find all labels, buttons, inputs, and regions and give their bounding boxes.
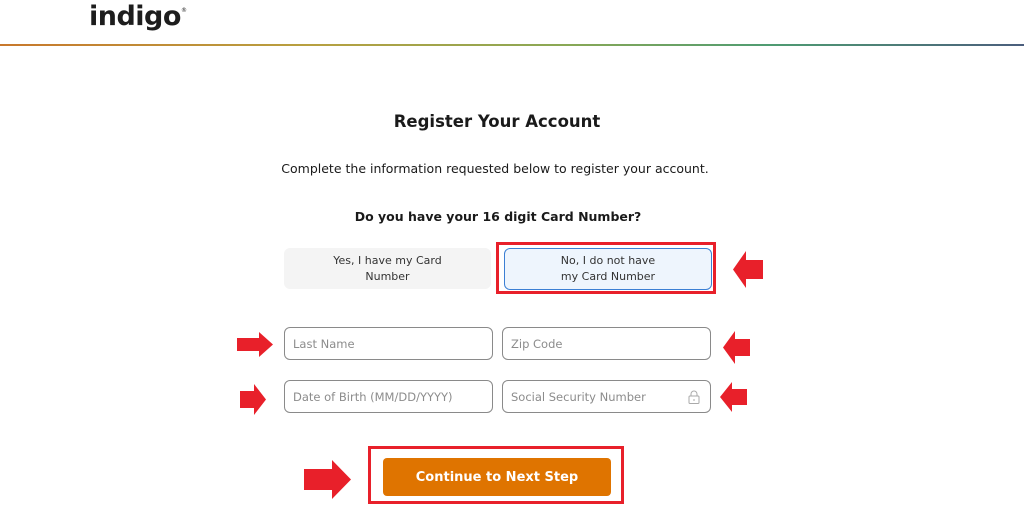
site-header: indigo® — [0, 0, 1024, 47]
last-name-input[interactable] — [285, 328, 492, 359]
registered-mark: ® — [180, 7, 187, 14]
page-title: Register Your Account — [393, 112, 601, 131]
annotation-highlight-continue — [368, 446, 624, 504]
logo-text: indigo — [89, 1, 181, 32]
header-divider — [0, 44, 1024, 46]
card-number-question: Do you have your 16 digit Card Number? — [354, 209, 642, 224]
annotation-arrow-right-icon — [240, 384, 266, 415]
annotation-arrow-left-icon — [720, 382, 747, 412]
indigo-logo[interactable]: indigo® — [89, 1, 187, 32]
dob-field — [284, 380, 493, 413]
dob-input[interactable] — [285, 381, 492, 412]
ssn-input[interactable] — [503, 381, 710, 412]
annotation-arrow-right-icon — [237, 332, 273, 357]
lock-icon — [688, 390, 700, 404]
zip-code-field — [502, 327, 711, 360]
page-subtitle: Complete the information requested below… — [281, 161, 709, 176]
has-card-label: Yes, I have my Card Number — [333, 253, 442, 283]
ssn-field — [502, 380, 711, 413]
zip-code-input[interactable] — [503, 328, 710, 359]
annotation-arrow-right-icon — [304, 460, 351, 499]
has-card-button[interactable]: Yes, I have my Card Number — [284, 248, 491, 289]
annotation-highlight-no-card — [496, 242, 716, 294]
last-name-field — [284, 327, 493, 360]
annotation-arrow-left-icon — [733, 251, 763, 288]
annotation-arrow-left-icon — [723, 331, 750, 364]
